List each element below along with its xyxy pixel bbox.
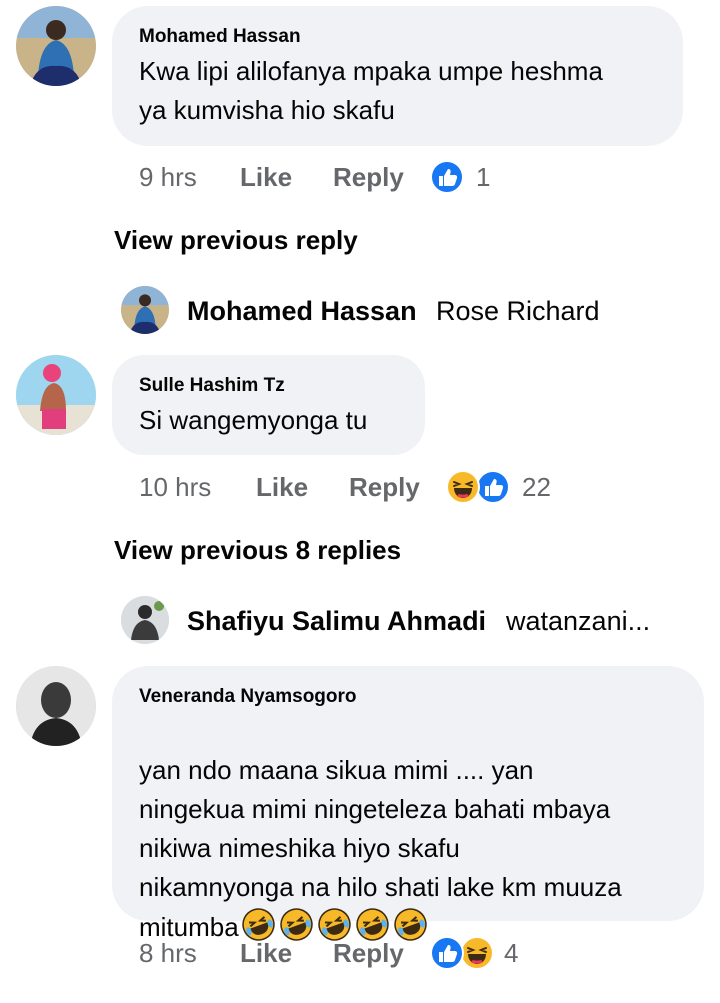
- avatar[interactable]: [121, 596, 169, 644]
- comment-author[interactable]: Sulle Hashim Tz: [139, 375, 285, 397]
- view-previous-replies-link[interactable]: View previous reply: [114, 225, 358, 256]
- comment-timestamp[interactable]: 9 hrs: [139, 162, 197, 193]
- rofl-emoji: [355, 907, 390, 942]
- reply-snippet[interactable]: watanzani...: [506, 606, 650, 637]
- reaction-count[interactable]: 1: [476, 162, 490, 193]
- reply-button[interactable]: Reply: [333, 162, 404, 193]
- avatar[interactable]: [16, 355, 96, 435]
- comment-author[interactable]: Veneranda Nyamsogoro: [139, 686, 357, 708]
- avatar[interactable]: [16, 666, 96, 746]
- rofl-emoji: [393, 907, 428, 942]
- reply-snippet[interactable]: Rose Richard: [436, 296, 600, 327]
- reaction-count[interactable]: 22: [522, 472, 551, 503]
- comment-text: Si wangemyonga tu: [139, 405, 368, 435]
- emoji-row: [241, 907, 428, 942]
- comment-text: yan ndo maana sikua mimi .... yan ningek…: [139, 712, 622, 947]
- comment-text: Kwa lipi alilofanya mpaka umpe heshma ya…: [139, 56, 603, 125]
- reaction-count[interactable]: 4: [504, 938, 518, 969]
- reply-author[interactable]: Mohamed Hassan: [187, 296, 417, 327]
- avatar[interactable]: [16, 6, 96, 86]
- rofl-emoji: [279, 907, 314, 942]
- comment-timestamp[interactable]: 8 hrs: [139, 938, 197, 969]
- reply-author[interactable]: Shafiyu Salimu Ahmadi: [187, 606, 486, 637]
- haha-icon[interactable]: [460, 936, 494, 970]
- view-previous-replies-link[interactable]: View previous 8 replies: [114, 535, 401, 566]
- like-button[interactable]: Like: [256, 472, 308, 503]
- like-icon[interactable]: [430, 160, 464, 194]
- like-button[interactable]: Like: [240, 162, 292, 193]
- like-icon[interactable]: [430, 936, 464, 970]
- comment-author[interactable]: Mohamed Hassan: [139, 26, 301, 48]
- reply-button[interactable]: Reply: [333, 938, 404, 969]
- comment-timestamp[interactable]: 10 hrs: [139, 472, 211, 503]
- like-icon[interactable]: [476, 470, 510, 504]
- reply-button[interactable]: Reply: [349, 472, 420, 503]
- haha-icon[interactable]: [446, 470, 480, 504]
- avatar[interactable]: [121, 286, 169, 334]
- rofl-emoji: [317, 907, 352, 942]
- like-button[interactable]: Like: [240, 938, 292, 969]
- rofl-emoji: [241, 907, 276, 942]
